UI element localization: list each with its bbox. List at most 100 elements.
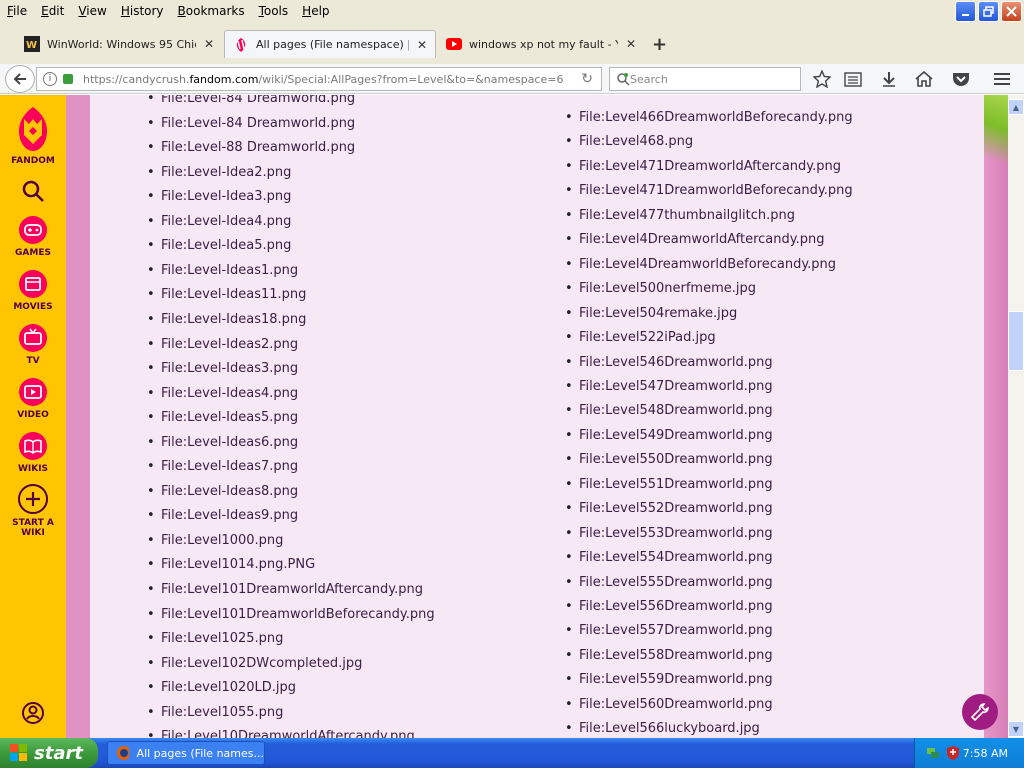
wiki-tools-button[interactable] <box>962 694 998 730</box>
page-link[interactable]: File:Level553Dreamworld.png <box>565 524 773 544</box>
page-link[interactable]: File:Level477thumbnailglitch.png <box>565 206 795 226</box>
page-link[interactable]: File:Level-Idea2.png <box>147 163 291 183</box>
rail-user-account[interactable] <box>0 701 66 725</box>
tab-close-icon[interactable]: ✕ <box>204 37 214 51</box>
page-link[interactable]: File:Level471DreamworldAftercandy.png <box>565 157 841 177</box>
page-link[interactable]: File:Level1014.png.PNG <box>147 555 315 575</box>
menu-bookmarks[interactable]: Bookmarks <box>171 0 252 22</box>
site-info-icon[interactable]: i <box>43 72 57 86</box>
page-link[interactable]: File:Level102DWcompleted.jpg <box>147 654 362 674</box>
page-link[interactable]: File:Level4DreamworldBeforecandy.png <box>565 255 836 275</box>
page-link[interactable]: File:Level-Idea5.png <box>147 236 291 256</box>
page-link[interactable]: File:Level-Ideas6.png <box>147 433 298 453</box>
menu-edit[interactable]: Edit <box>34 0 71 22</box>
page-link[interactable]: File:Level556Dreamworld.png <box>565 597 773 617</box>
hamburger-menu-icon[interactable] <box>992 70 1012 88</box>
page-link[interactable]: File:Level101DreamworldBeforecandy.png <box>147 605 435 625</box>
reload-icon[interactable]: ↻ <box>581 71 593 87</box>
page-link[interactable]: File:Level558Dreamworld.png <box>565 646 773 666</box>
page-link[interactable]: File:Level1000.png <box>147 531 283 551</box>
scroll-thumb[interactable] <box>1008 311 1024 371</box>
page-link[interactable]: File:Level552Dreamworld.png <box>565 499 773 519</box>
scroll-down-icon[interactable]: ▼ <box>1008 721 1024 737</box>
page-link[interactable]: File:Level547Dreamworld.png <box>565 377 773 397</box>
tab-close-icon[interactable]: ✕ <box>417 38 427 52</box>
page-link[interactable]: File:Level466DreamworldBeforecandy.png <box>565 108 853 128</box>
tab-close-icon[interactable]: ✕ <box>626 37 636 51</box>
page-link[interactable]: File:Level551Dreamworld.png <box>565 475 773 495</box>
page-link[interactable]: File:Level-Ideas4.png <box>147 384 298 404</box>
url-text[interactable]: https://candycrush.fandom.com/wiki/Speci… <box>83 73 563 86</box>
page-link[interactable]: File:Level-Idea3.png <box>147 187 291 207</box>
fandom-logo[interactable]: FANDOM <box>0 105 66 166</box>
minimize-button[interactable] <box>955 1 976 22</box>
page-link[interactable]: File:Level-Idea4.png <box>147 212 291 232</box>
bookmark-star-icon[interactable] <box>812 70 832 88</box>
page-link[interactable]: File:Level548Dreamworld.png <box>565 401 773 421</box>
page-link[interactable]: File:Level555Dreamworld.png <box>565 573 773 593</box>
page-link[interactable]: File:Level-88 Dreamworld.png <box>147 138 355 158</box>
pocket-icon[interactable] <box>951 70 971 88</box>
page-link[interactable]: File:Level1055.png <box>147 703 283 723</box>
page-link[interactable]: File:Level-Ideas11.png <box>147 285 306 305</box>
page-link[interactable]: File:Level471DreamworldBeforecandy.png <box>565 181 853 201</box>
page-link[interactable]: File:Level-Ideas9.png <box>147 506 298 526</box>
page-link[interactable]: File:Level468.png <box>565 132 693 152</box>
page-link[interactable]: File:Level10DreamworldAftercandy.png <box>147 727 415 738</box>
tab-youtube[interactable]: windows xp not my fault - Yo... ✕ <box>438 30 644 58</box>
page-link[interactable]: File:Level557Dreamworld.png <box>565 621 773 641</box>
page-link[interactable]: File:Level1025.png <box>147 629 283 649</box>
menu-file[interactable]: File <box>0 0 34 22</box>
page-link[interactable]: File:Level560Dreamworld.png <box>565 695 773 715</box>
menu-help[interactable]: Help <box>295 0 336 22</box>
rail-item-video[interactable]: VIDEO <box>0 377 66 420</box>
page-link[interactable]: File:Level559Dreamworld.png <box>565 670 773 690</box>
back-button[interactable] <box>5 65 35 93</box>
page-link[interactable]: File:Level-Ideas3.png <box>147 359 298 379</box>
page-link[interactable]: File:Level-84 Dreamworld.png <box>147 114 355 134</box>
page-link[interactable]: File:Level500nerfmeme.jpg <box>565 279 756 299</box>
page-link[interactable]: File:Level522iPad.jpg <box>565 328 716 348</box>
rail-item-games[interactable]: GAMES <box>0 215 66 258</box>
page-link[interactable]: File:Level504remake.jpg <box>565 304 737 324</box>
menu-view[interactable]: View <box>71 0 113 22</box>
reader-list-icon[interactable] <box>843 70 863 88</box>
menu-tools[interactable]: Tools <box>252 0 296 22</box>
page-link[interactable]: File:Level4DreamworldAftercandy.png <box>565 230 824 250</box>
tab-winworld[interactable]: W WinWorld: Windows 95 Chicago ✕ <box>16 30 222 58</box>
new-tab-button[interactable]: + <box>652 34 667 55</box>
taskbar-firefox-window[interactable]: All pages (File names... <box>107 741 265 765</box>
network-icon[interactable] <box>925 745 941 761</box>
page-link[interactable]: File:Level1020LD.jpg <box>147 678 296 698</box>
page-scrollbar[interactable]: ▲ ▼ <box>1008 95 1024 738</box>
rail-search-button[interactable] <box>0 179 66 203</box>
page-link[interactable]: File:Level-Ideas2.png <box>147 335 298 355</box>
rail-item-start-a-wiki[interactable]: START A WIKI <box>0 483 66 538</box>
page-link[interactable]: File:Level-Ideas8.png <box>147 482 298 502</box>
security-shield-icon[interactable] <box>945 745 961 761</box>
page-link[interactable]: File:Level-Ideas5.png <box>147 408 298 428</box>
rail-item-tv[interactable]: TV <box>0 323 66 366</box>
page-link[interactable]: File:Level-Ideas1.png <box>147 261 298 281</box>
page-link[interactable]: File:Level101DreamworldAftercandy.png <box>147 580 423 600</box>
menu-history[interactable]: History <box>114 0 171 22</box>
restore-button[interactable] <box>978 1 999 22</box>
home-icon[interactable] <box>914 70 934 88</box>
page-link[interactable]: File:Level-Ideas18.png <box>147 310 306 330</box>
tab-all-pages[interactable]: All pages (File namespace) | ... ✕ <box>224 30 436 58</box>
page-link[interactable]: File:Level-Ideas7.png <box>147 457 298 477</box>
page-link[interactable]: File:Level554Dreamworld.png <box>565 548 773 568</box>
rail-item-wikis[interactable]: WIKIS <box>0 431 66 474</box>
scroll-up-icon[interactable]: ▲ <box>1008 99 1024 115</box>
rail-item-movies[interactable]: MOVIES <box>0 269 66 312</box>
url-bar[interactable]: i https://candycrush.fandom.com/wiki/Spe… <box>36 67 602 91</box>
page-link[interactable]: File:Level-84 Dreamworld.png <box>147 95 355 109</box>
start-button[interactable]: start <box>0 738 98 768</box>
page-link[interactable]: File:Level550Dreamworld.png <box>565 450 773 470</box>
page-link[interactable]: File:Level566luckyboard.jpg <box>565 719 760 738</box>
page-link[interactable]: File:Level549Dreamworld.png <box>565 426 773 446</box>
search-input[interactable]: Search <box>609 67 801 91</box>
download-icon[interactable] <box>879 70 899 88</box>
page-link[interactable]: File:Level546Dreamworld.png <box>565 353 773 373</box>
close-window-button[interactable] <box>1001 1 1022 22</box>
